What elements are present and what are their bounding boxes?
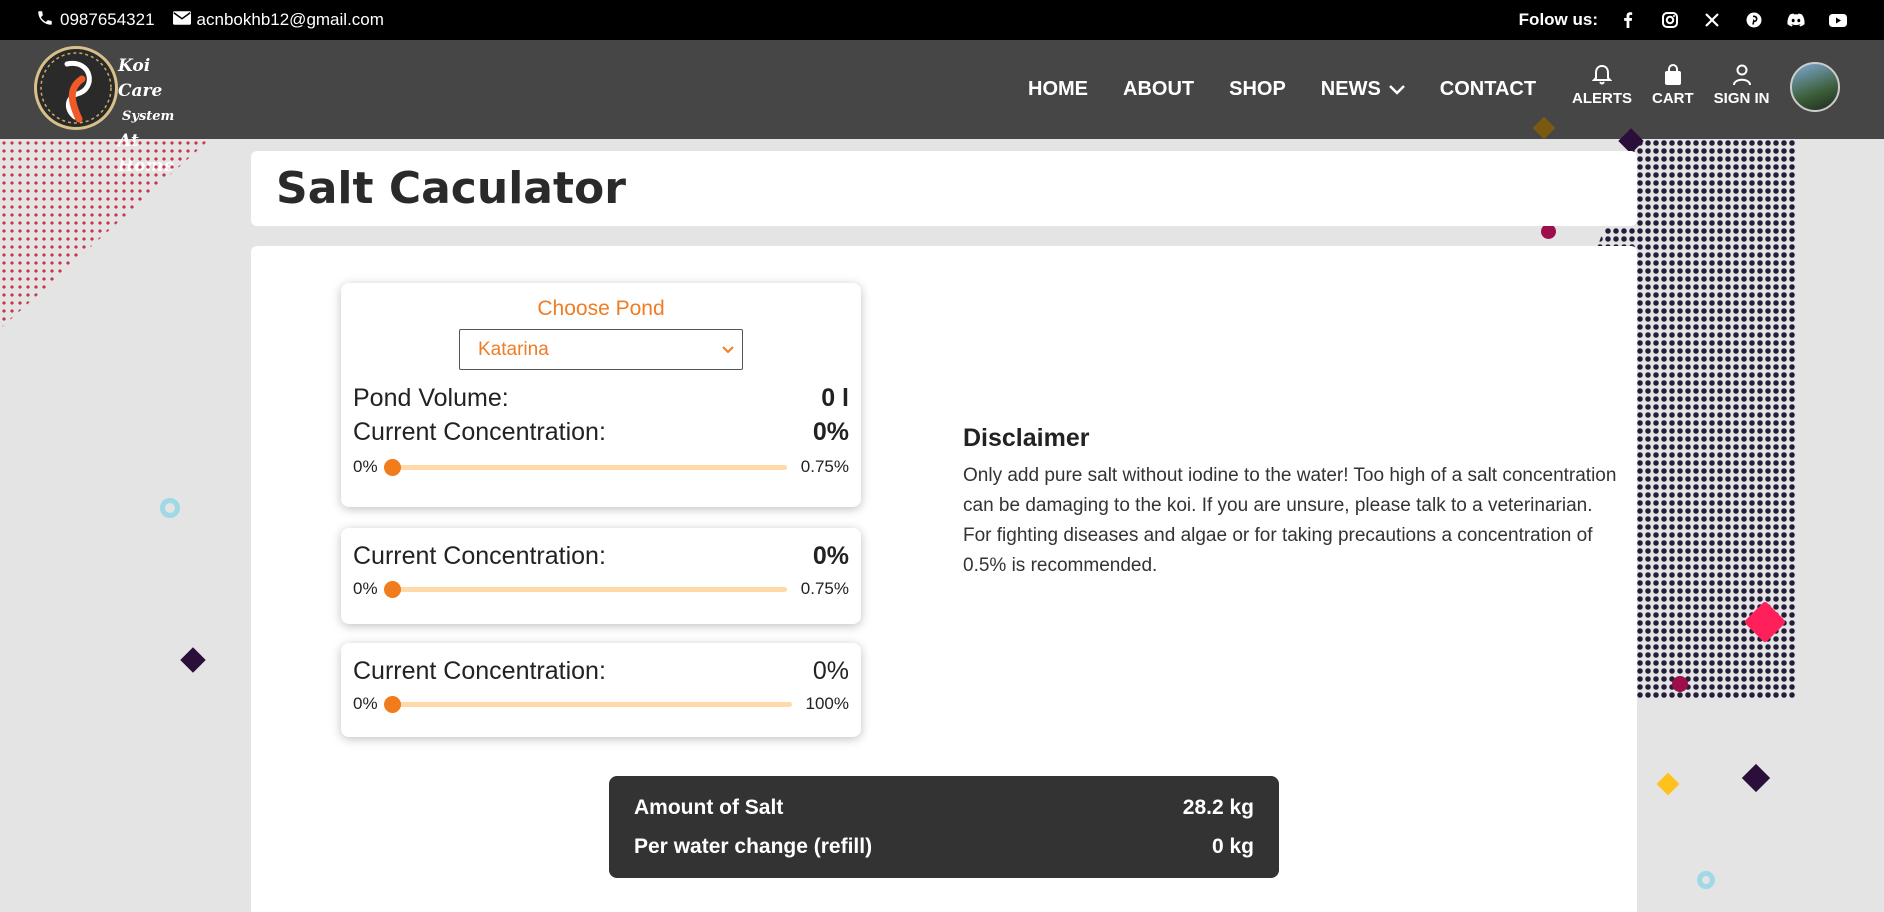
alerts-button[interactable]: ALERTS [1572, 64, 1632, 107]
concentration-value: 0% [812, 542, 849, 570]
concentration-label: Current Concentration: [353, 542, 606, 570]
nav-links: HOME ABOUT SHOP NEWS CONTACT [1028, 40, 1536, 139]
brand-line-2: System [122, 109, 175, 124]
decorative-dot [1672, 676, 1688, 692]
bell-icon [1592, 64, 1612, 85]
pinterest-icon[interactable] [1744, 10, 1764, 30]
concentration-slider-row: 0% 0.75% [353, 579, 849, 599]
site-logo[interactable]: Koi Care System At Home [34, 46, 194, 176]
shopping-bag-icon [1664, 64, 1681, 85]
follow-us-label: Folow us: [1518, 10, 1598, 29]
disclaimer-title: Disclaimer [963, 424, 1090, 452]
cart-button[interactable]: CART [1652, 64, 1694, 107]
concentration-slider-row: 0% 100% [353, 694, 849, 714]
salt-amount-label: Amount of Salt [634, 795, 784, 819]
pond-volume-row: Pond Volume: 0 l [353, 384, 849, 413]
alerts-label: ALERTS [1572, 90, 1632, 107]
decorative-diamond [1741, 763, 1771, 793]
nav-home[interactable]: HOME [1028, 78, 1088, 101]
concentration-label: Current Concentration: [353, 657, 606, 685]
social-links [1618, 10, 1848, 30]
decorative-ring [160, 498, 180, 518]
youtube-icon[interactable] [1828, 10, 1848, 30]
pond-volume-value: 0 l [821, 384, 849, 412]
nav-news[interactable]: NEWS [1321, 78, 1405, 101]
slider-min-label: 0% [353, 457, 378, 476]
refill-amount-row: Per water change (refill) 0 kg [634, 827, 1254, 866]
concentration-value: 0% [812, 418, 849, 446]
decorative-dots-left [0, 139, 210, 329]
phone-number: 0987654321 [60, 10, 155, 29]
top-bar: 0987654321 acnbokhb12@gmail.com Folow us… [0, 0, 1884, 40]
decorative-diamond [1656, 772, 1680, 796]
sign-in-label: SIGN IN [1713, 90, 1770, 107]
main-navbar: Koi Care System At Home HOME ABOUT SHOP … [0, 40, 1884, 176]
email-contact[interactable]: acnbokhb12@gmail.com [172, 10, 384, 30]
slider-max-label: 0.75% [800, 579, 849, 598]
decorative-dot [1541, 224, 1556, 239]
choose-pond-label: Choose Pond [537, 297, 665, 320]
concentration-row: Current Concentration: 0% [353, 418, 849, 447]
disclaimer-text: Only add pure salt without iodine to the… [963, 465, 1617, 576]
refill-amount-value: 0 kg [1211, 834, 1254, 858]
page-header-card: Salt Caculator [251, 151, 1637, 226]
salt-result-box: Amount of Salt 28.2 kg Per water change … [609, 776, 1279, 878]
discord-icon[interactable] [1786, 10, 1806, 30]
concentration-row: Current Concentration: 0% [353, 542, 849, 571]
cart-label: CART [1652, 90, 1694, 107]
slider-min-label: 0% [353, 694, 378, 713]
user-icon [1732, 64, 1751, 86]
slider-thumb[interactable] [383, 458, 401, 476]
sign-in-button[interactable]: SIGN IN [1714, 64, 1770, 107]
envelope-icon [172, 10, 191, 30]
slider-max-label: 100% [805, 694, 849, 713]
page-title: Salt Caculator [276, 163, 626, 214]
target-concentration-panel: Current Concentration: 0% 0% 0.75% [341, 528, 861, 624]
concentration-slider-row: 0% 0.75% [353, 457, 849, 477]
concentration-slider[interactable] [383, 695, 792, 713]
salt-amount-value: 28.2 kg [1182, 795, 1254, 819]
brand-line-1: Koi Care [118, 56, 163, 101]
facebook-icon[interactable] [1618, 10, 1638, 30]
salt-amount-row: Amount of Salt 28.2 kg [634, 788, 1254, 827]
concentration-row: Current Concentration: 0% [353, 657, 849, 686]
koi-logo-icon [34, 46, 118, 130]
concentration-slider[interactable] [383, 580, 787, 598]
slider-max-label: 0.75% [800, 457, 849, 476]
decorative-diamond [180, 647, 206, 673]
nav-news-label: NEWS [1320, 78, 1381, 100]
disclaimer-section: Disclaimer Only add pure salt without io… [963, 424, 1623, 581]
nav-icon-group: ALERTS CART SIGN IN [1572, 64, 1770, 107]
chevron-down-icon [722, 345, 734, 353]
decorative-ring [1697, 871, 1715, 889]
water-change-panel: Current Concentration: 0% 0% 100% [341, 643, 861, 737]
nav-shop[interactable]: SHOP [1229, 78, 1286, 101]
refill-amount-label: Per water change (refill) [634, 834, 873, 858]
concentration-slider[interactable] [383, 458, 787, 476]
nav-about[interactable]: ABOUT [1123, 78, 1194, 101]
chevron-down-icon [1388, 84, 1405, 95]
pond-select-value: Katarina [478, 338, 549, 360]
slider-thumb[interactable] [383, 695, 401, 713]
instagram-icon[interactable] [1660, 10, 1680, 30]
nav-contact[interactable]: CONTACT [1440, 78, 1536, 101]
concentration-value: 0% [812, 657, 849, 685]
slider-min-label: 0% [353, 579, 378, 598]
slider-thumb[interactable] [383, 580, 401, 598]
phone-icon [36, 9, 54, 32]
user-avatar[interactable] [1790, 62, 1840, 112]
concentration-label: Current Concentration: [353, 418, 606, 446]
pond-panel: Choose Pond Katarina Pond Volume: 0 l Cu… [341, 283, 861, 507]
pond-volume-label: Pond Volume: [353, 384, 509, 412]
phone-contact[interactable]: 0987654321 [36, 9, 155, 32]
pond-select[interactable]: Katarina [459, 329, 743, 370]
x-icon[interactable] [1702, 10, 1722, 30]
email-address: acnbokhb12@gmail.com [196, 10, 384, 29]
